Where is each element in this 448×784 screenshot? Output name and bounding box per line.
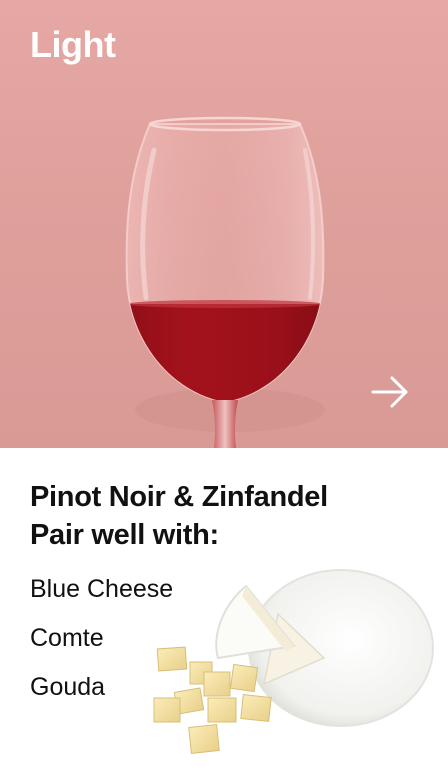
wine-varietals: Pinot Noir & Zinfandel [30,481,328,513]
wine-style-card[interactable]: Light Pinot Noir & Zinfandel Pair well w… [0,0,448,784]
pairing-heading: Pinot Noir & Zinfandel Pair well with: [30,478,328,554]
arrow-right-icon[interactable] [368,372,412,412]
wine-glass-image [125,116,325,448]
pair-well-with-label: Pair well with: [30,519,219,551]
hero-image-panel: Light [0,0,448,448]
cheese-image [153,569,434,754]
wine-style-title: Light [30,24,116,65]
pairing-info-panel: Pinot Noir & Zinfandel Pair well with: B… [0,448,448,784]
